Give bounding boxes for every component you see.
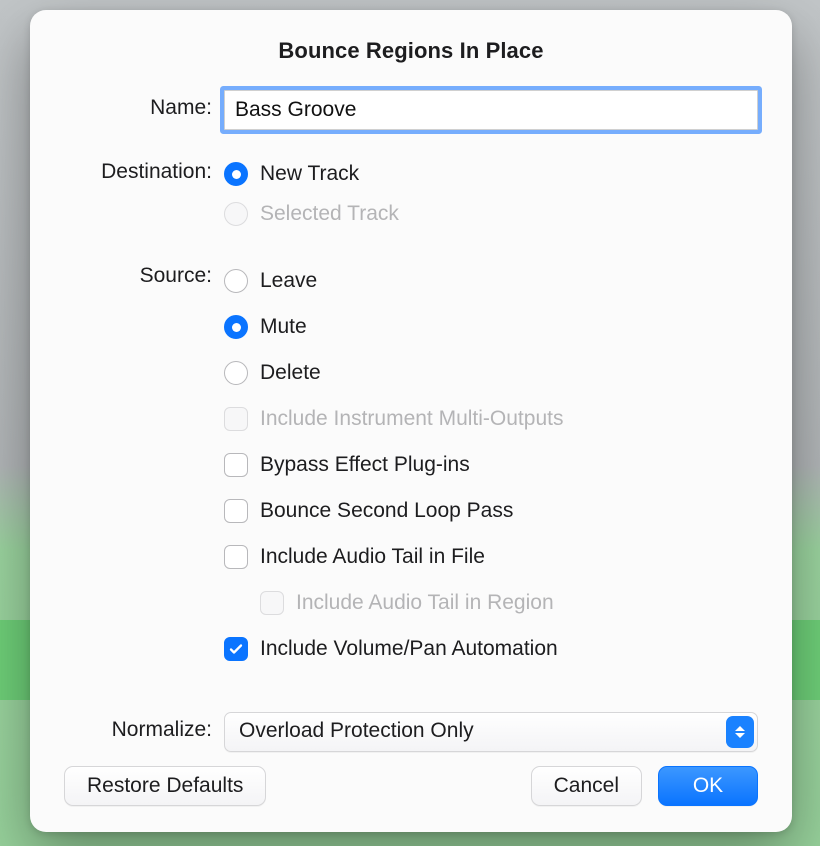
check-include-multi-outputs: Include Instrument Multi-Outputs — [224, 396, 758, 442]
source-label: Source: — [64, 258, 212, 288]
check-include-tail-file-label: Include Audio Tail in File — [260, 545, 485, 569]
chevron-updown-icon — [726, 716, 754, 748]
destination-selected-track: Selected Track — [224, 194, 758, 234]
check-include-tail-region: Include Audio Tail in Region — [224, 580, 758, 626]
radio-icon — [224, 361, 248, 385]
dialog-footer: Restore Defaults Cancel OK — [64, 766, 758, 806]
normalize-select[interactable]: Overload Protection Only — [224, 712, 758, 752]
destination-new-track[interactable]: New Track — [224, 154, 758, 194]
check-include-vol-pan[interactable]: Include Volume/Pan Automation — [224, 626, 758, 672]
source-mute[interactable]: Mute — [224, 304, 758, 350]
source-leave-label: Leave — [260, 269, 317, 293]
check-include-multi-outputs-label: Include Instrument Multi-Outputs — [260, 407, 563, 431]
restore-defaults-button[interactable]: Restore Defaults — [64, 766, 266, 806]
normalize-label: Normalize: — [64, 712, 212, 742]
check-bounce-second-loop-label: Bounce Second Loop Pass — [260, 499, 513, 523]
normalize-row: Normalize: Overload Protection Only — [64, 712, 758, 752]
destination-new-track-label: New Track — [260, 162, 359, 186]
destination-label: Destination: — [64, 154, 212, 184]
radio-icon — [224, 162, 248, 186]
dialog-title: Bounce Regions In Place — [64, 38, 758, 64]
checkbox-icon — [260, 591, 284, 615]
check-bypass-effect-plugins[interactable]: Bypass Effect Plug-ins — [224, 442, 758, 488]
destination-selected-track-label: Selected Track — [260, 202, 399, 226]
source-leave[interactable]: Leave — [224, 258, 758, 304]
name-label: Name: — [64, 90, 212, 120]
checkbox-icon — [224, 637, 248, 661]
check-include-tail-file[interactable]: Include Audio Tail in File — [224, 534, 758, 580]
check-include-tail-region-label: Include Audio Tail in Region — [296, 591, 554, 615]
source-delete-label: Delete — [260, 361, 321, 385]
check-bypass-effect-plugins-label: Bypass Effect Plug-ins — [260, 453, 470, 477]
radio-icon — [224, 202, 248, 226]
checkbox-icon — [224, 453, 248, 477]
checkbox-icon — [224, 499, 248, 523]
bounce-dialog: Bounce Regions In Place Name: Destinatio… — [30, 10, 792, 832]
cancel-button[interactable]: Cancel — [531, 766, 642, 806]
radio-icon — [224, 315, 248, 339]
name-row: Name: — [64, 90, 758, 130]
ok-button[interactable]: OK — [658, 766, 758, 806]
source-mute-label: Mute — [260, 315, 307, 339]
checkbox-icon — [224, 407, 248, 431]
destination-row: Destination: New Track Selected Track — [64, 154, 758, 234]
check-include-vol-pan-label: Include Volume/Pan Automation — [260, 637, 558, 661]
source-delete[interactable]: Delete — [224, 350, 758, 396]
source-row: Source: Leave Mute Delete Incl — [64, 258, 758, 672]
name-input[interactable] — [224, 90, 758, 130]
normalize-value: Overload Protection Only — [224, 712, 758, 752]
check-bounce-second-loop[interactable]: Bounce Second Loop Pass — [224, 488, 758, 534]
radio-icon — [224, 269, 248, 293]
checkbox-icon — [224, 545, 248, 569]
